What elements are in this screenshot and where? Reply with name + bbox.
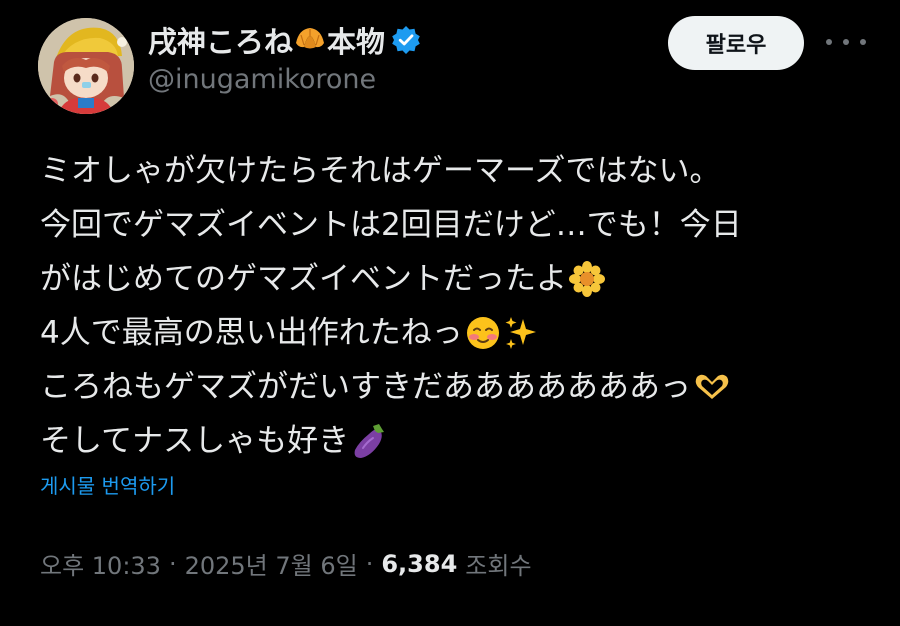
follow-button[interactable]: 팔로우 [668,16,804,70]
tweet-line: ミオしゃが欠けたらそれはゲーマーズではない。 [40,144,870,198]
views-label: 조회수 [465,552,532,580]
tweet-line-text: ころねもゲマズがだいすきだあああああああっ [40,369,691,405]
verified-badge-icon [391,25,421,55]
more-dot [826,39,832,45]
tweet-text: ミオしゃが欠けたらそれはゲーマーズではない。 今回でゲマズイベントは2回目だけど… [40,144,870,468]
display-name-suffix[interactable]: 本物 [327,19,385,61]
more-dot [843,39,849,45]
tweet-line: がはじめてのゲマズイベントだったよ [40,252,870,306]
smiling-face-icon [466,317,499,349]
tweet-line: そしてナスしゃも好き [40,414,870,468]
separator: · [168,549,177,578]
tweet-line-text: がはじめてのゲマズイベントだったよ [40,261,567,297]
avatar[interactable] [38,18,134,114]
tweet-line-text: ミオしゃが欠けたらそれはゲーマーズではない。 [40,153,721,189]
more-dot [860,39,866,45]
croissant-icon [293,23,327,57]
separator: · [365,549,374,578]
sparkles-icon [505,317,536,349]
more-options-icon[interactable] [826,30,866,54]
name-row: 戌神ころね 本物 [148,20,421,60]
translate-post-link[interactable]: 게시물 번역하기 [40,470,175,499]
tweet-line: 4人で最高の思い出作れたねっ [40,306,870,360]
tweet-line: ころねもゲマズがだいすきだあああああああっ [40,360,870,414]
tweet-line: 今回でゲマズイベントは2回目だけど…でも！今日 [40,198,870,252]
heart-hands-icon [695,374,729,399]
post-time[interactable]: 오후 10:33 [40,546,161,581]
views-count: 6,384 [381,549,458,578]
tweet-line-text: そしてナスしゃも好き [40,423,350,459]
post-date[interactable]: 2025년 7월 6일 [185,546,358,581]
tweet-line-text: 4人で最高の思い出作れたねっ [40,315,463,351]
tweet-card: 戌神ころね 本物 @inugamikorone 팔로우 ミオしゃが欠けたらそれは… [0,0,900,626]
eggplant-icon [354,424,385,458]
display-name[interactable]: 戌神ころね [148,19,293,61]
user-handle[interactable]: @inugamikorone [148,64,376,95]
blossom-icon [569,261,605,297]
tweet-meta: 오후 10:33 · 2025년 7월 6일 · 6,384 조회수 [40,546,532,581]
tweet-line-text: 今回でゲマズイベントは2回目だけど…でも！今日 [40,207,742,243]
avatar-image [38,18,134,114]
